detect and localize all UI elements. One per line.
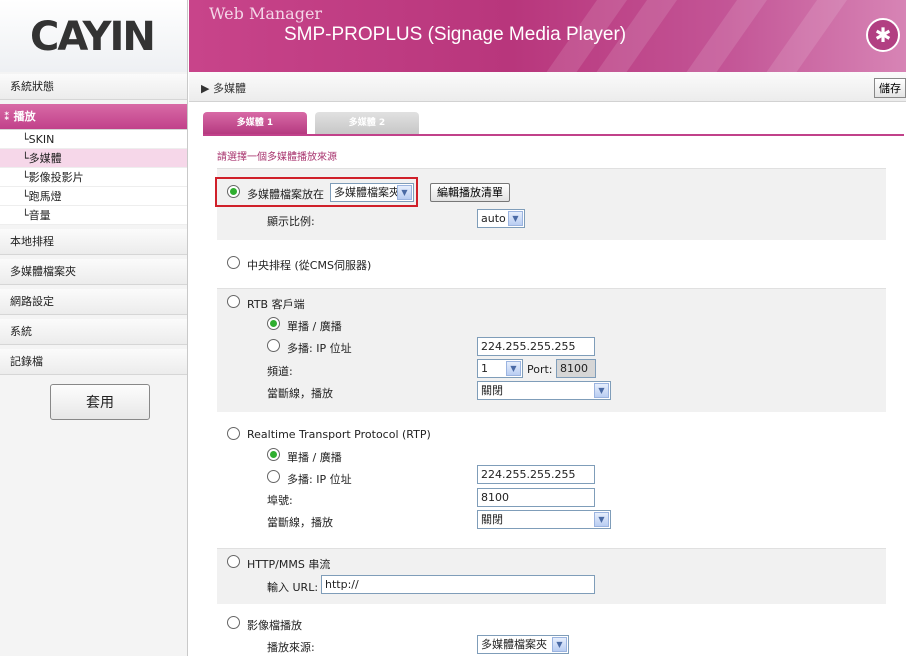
http-source-panel: HTTP/MMS 串流 輸入 URL: http:// (217, 548, 886, 604)
cayin-logo: CAYIN (30, 14, 156, 60)
rtb-source-label: RTB 客戶端 (247, 298, 305, 311)
save-button[interactable]: 儲存 (874, 78, 906, 98)
media-folder-select[interactable]: 多媒體檔案夾 ▼ (330, 183, 414, 202)
file-source-panel: 多媒體檔案放在 多媒體檔案夾 ▼ 編輯播放清單 顯示比例: auto ▼ (215, 168, 886, 240)
rtb-channel-value: 1 (481, 362, 488, 375)
chevron-down-icon: ▼ (397, 185, 412, 200)
sidebar-item-network[interactable]: 網路設定 (0, 289, 187, 315)
video-source-value: 多媒體檔案夾 (481, 638, 547, 651)
sidebar-item-local-schedule[interactable]: 本地排程 (0, 229, 187, 255)
edit-playlist-button[interactable]: 編輯播放清單 (430, 183, 510, 202)
sidebar-item-system[interactable]: 系統 (0, 319, 187, 345)
rtb-channel-label: 頻道: (267, 365, 293, 378)
rtb-source-radio[interactable] (227, 295, 240, 308)
chevron-down-icon: ▼ (594, 512, 609, 527)
sidebar-item-playback[interactable]: ⁑ 播放 (0, 104, 187, 130)
banner-decoration (753, 0, 855, 72)
chevron-down-icon: ▼ (506, 361, 521, 376)
sidebar-item-media-folder[interactable]: 多媒體檔案夾 (0, 259, 187, 285)
sidebar-item-system-status[interactable]: 系統狀態 (0, 74, 187, 100)
sidebar-subitem-volume[interactable]: └音量 (0, 206, 187, 225)
rtb-multicast-label: 多播: IP 位址 (287, 342, 352, 355)
rtb-port-input[interactable]: 8100 (556, 359, 596, 378)
file-source-label: 多媒體檔案放在 (247, 188, 324, 201)
chevron-down-icon: ▼ (552, 637, 567, 652)
rtp-multicast-label: 多播: IP 位址 (287, 473, 352, 486)
rtb-disconnect-select[interactable]: 關閉 ▼ (477, 381, 611, 400)
chevron-down-icon: ▼ (508, 211, 523, 226)
sidebar-subitem-media[interactable]: └多媒體 (0, 149, 187, 168)
cms-source-label: 中央排程 (從CMS伺服器) (247, 259, 372, 272)
sidebar-subitem-slideshow[interactable]: └影像投影片 (0, 168, 187, 187)
rtb-ip-input[interactable]: 224.255.255.255 (477, 337, 595, 356)
tab-media-2[interactable]: 多媒體 2 (315, 112, 419, 134)
aspect-ratio-value: auto (481, 212, 506, 225)
rtp-source-label: Realtime Transport Protocol (RTP) (247, 428, 431, 441)
file-source-radio[interactable] (227, 185, 240, 198)
http-source-radio[interactable] (227, 555, 240, 568)
video-source-label: 影像檔播放 (247, 619, 302, 632)
rtb-disconnect-label: 當斷線，播放 (267, 387, 333, 400)
device-name: SMP-PROPLUS (Signage Media Player) (284, 24, 627, 45)
rtb-unicast-radio[interactable] (267, 317, 280, 330)
http-url-label: 輸入 URL: (267, 581, 319, 594)
cms-source-radio[interactable] (227, 256, 240, 269)
banner-decoration (673, 0, 775, 72)
breadcrumb: ▶ 多媒體 (201, 82, 246, 95)
app-title: Web Manager (209, 4, 323, 23)
rtp-source-radio[interactable] (227, 427, 240, 440)
sidebar-subitem-skin[interactable]: └SKIN (0, 130, 187, 149)
main-content: ▶ 多媒體 儲存 多媒體 1 多媒體 2 請選擇一個多媒體播放來源 多媒體檔案放… (189, 72, 906, 656)
sidebar-subitem-ticker[interactable]: └跑馬燈 (0, 187, 187, 206)
rtp-disconnect-value: 關閉 (481, 513, 503, 526)
rtp-unicast-label: 單播 / 廣播 (287, 451, 342, 464)
rtp-ip-input[interactable]: 224.255.255.255 (477, 465, 595, 484)
rtp-multicast-radio[interactable] (267, 470, 280, 483)
tab-media-1[interactable]: 多媒體 1 (203, 112, 307, 134)
logo-area: CAYIN (0, 0, 188, 72)
rtb-multicast-radio[interactable] (267, 339, 280, 352)
breadcrumb-bar: ▶ 多媒體 儲存 (189, 72, 906, 102)
http-url-input[interactable]: http:// (321, 575, 595, 594)
aspect-ratio-select[interactable]: auto ▼ (477, 209, 525, 228)
video-source-radio[interactable] (227, 616, 240, 629)
chevron-down-icon: ▼ (594, 383, 609, 398)
sidebar: 系統狀態 ⁑ 播放 └SKIN └多媒體 └影像投影片 └跑馬燈 └音量 本地排… (0, 72, 188, 656)
video-source-field-label: 播放來源: (267, 641, 315, 654)
rtb-unicast-label: 單播 / 廣播 (287, 320, 342, 333)
rtb-disconnect-value: 關閉 (481, 384, 503, 397)
rtp-unicast-radio[interactable] (267, 448, 280, 461)
video-source-select[interactable]: 多媒體檔案夾 ▼ (477, 635, 569, 654)
tab-underline (203, 134, 904, 136)
rtb-channel-select[interactable]: 1 ▼ (477, 359, 523, 378)
source-hint: 請選擇一個多媒體播放來源 (217, 152, 337, 163)
logout-icon[interactable]: ✱ (866, 18, 900, 52)
media-folder-value: 多媒體檔案夾 (334, 186, 400, 199)
expand-icon: ⁑ (4, 110, 14, 123)
sidebar-item-label: 播放 (13, 110, 36, 123)
rtb-port-label: Port: (527, 363, 553, 376)
rtp-disconnect-select[interactable]: 關閉 ▼ (477, 510, 611, 529)
rtp-disconnect-label: 當斷線，播放 (267, 516, 333, 529)
rtp-port-input[interactable]: 8100 (477, 488, 595, 507)
http-source-label: HTTP/MMS 串流 (247, 558, 331, 571)
rtb-source-panel: RTB 客戶端 單播 / 廣播 多播: IP 位址 224.255.255.25… (217, 288, 886, 412)
aspect-ratio-label: 顯示比例: (267, 215, 315, 228)
rtp-port-label: 埠號: (267, 494, 293, 507)
apply-button[interactable]: 套用 (50, 384, 150, 420)
header-banner: Web Manager SMP-PROPLUS (Signage Media P… (189, 0, 906, 72)
sidebar-item-log[interactable]: 記錄檔 (0, 349, 187, 375)
